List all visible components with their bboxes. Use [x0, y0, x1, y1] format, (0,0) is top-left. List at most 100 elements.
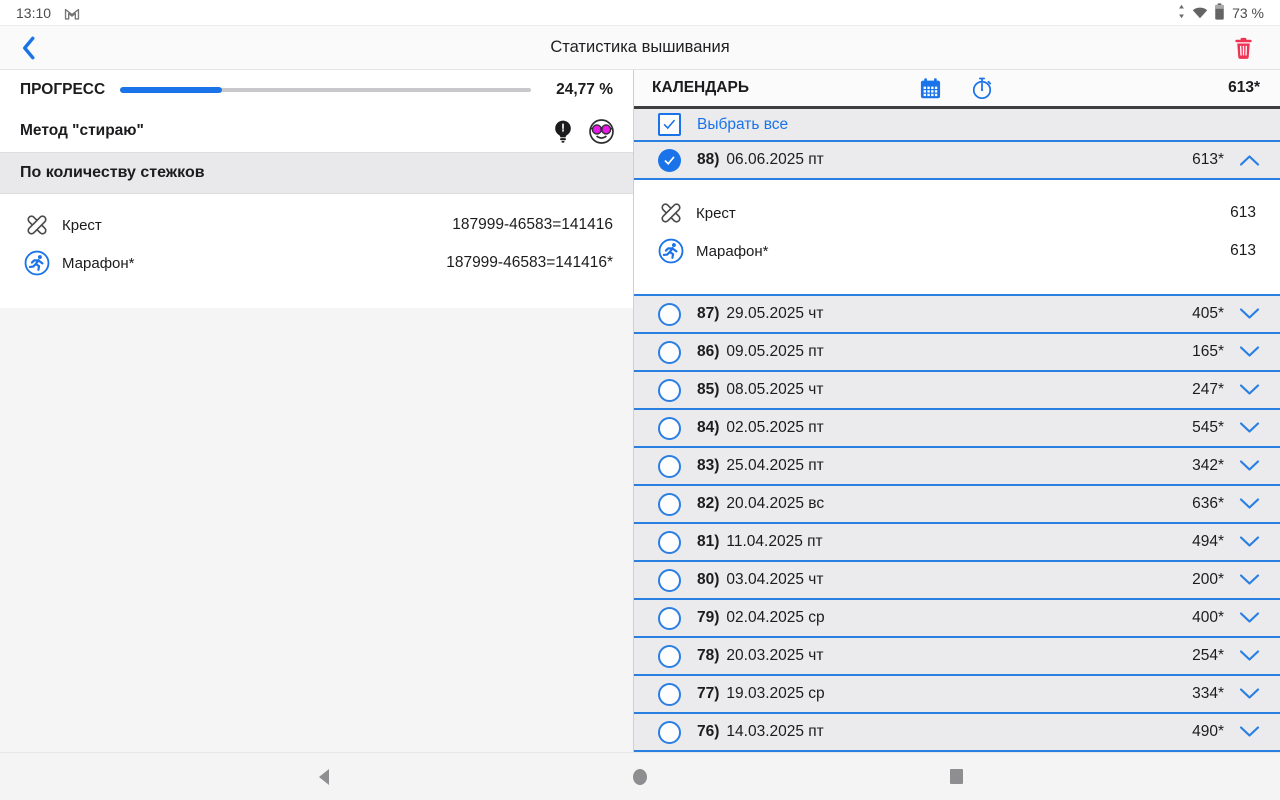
chevron-down-icon[interactable] — [1238, 382, 1262, 398]
content: ПРОГРЕСС 24,77 % Метод "стираю" — [0, 70, 1280, 752]
progress-bar-fill — [120, 87, 222, 93]
row-value: 334* — [1192, 685, 1224, 703]
progress-label: ПРОГРЕСС — [20, 81, 120, 99]
row-value: 490* — [1192, 723, 1224, 741]
sunglasses-face-icon[interactable] — [588, 118, 615, 145]
row-number: 79) — [697, 609, 719, 626]
row-number: 88) — [697, 151, 719, 168]
lightbulb-icon[interactable] — [550, 118, 576, 144]
stitch-stats-card: Крест 187999-46583=141416 Марафон* 18799… — [0, 194, 633, 308]
nav-home-icon[interactable] — [631, 768, 649, 786]
row-checkbox[interactable] — [658, 379, 681, 402]
stat-label: Крест — [696, 205, 736, 222]
calendar-icon[interactable] — [918, 76, 943, 101]
method-row: Метод "стираю" — [0, 110, 633, 152]
stat-row: Марафон* 613 — [634, 232, 1280, 270]
stopwatch-icon[interactable] — [969, 75, 995, 101]
chevron-down-icon[interactable] — [1238, 572, 1262, 588]
cross-stitch-icon — [24, 212, 50, 238]
chevron-down-icon[interactable] — [1238, 420, 1262, 436]
calendar-row[interactable]: 81)11.04.2025 пт 494* — [634, 524, 1280, 562]
calendar-total-value: 613* — [995, 79, 1261, 97]
calendar-header: КАЛЕНДАРЬ — [634, 70, 1280, 109]
progress-percent-value: 24,77 % — [531, 81, 613, 99]
chevron-down-icon[interactable] — [1238, 534, 1262, 550]
chevron-down-icon[interactable] — [1238, 648, 1262, 664]
back-button[interactable] — [12, 31, 46, 65]
row-date: 02.05.2025 пт — [726, 419, 823, 436]
row-number: 78) — [697, 647, 719, 664]
row-number: 77) — [697, 685, 719, 702]
row-number: 82) — [697, 495, 719, 512]
chevron-down-icon[interactable] — [1238, 306, 1262, 322]
calendar-row[interactable]: 79)02.04.2025 ср 400* — [634, 600, 1280, 638]
select-all-checkbox[interactable] — [658, 113, 681, 136]
row-date: 03.04.2025 чт — [726, 571, 823, 588]
runner-icon — [658, 238, 684, 264]
row-checkbox[interactable] — [658, 683, 681, 706]
calendar-list: 88)06.06.2025 пт 613* Крест 613 Марафон*… — [634, 142, 1280, 752]
calendar-row[interactable]: 84) 02.05.2025 пт 545* — [634, 410, 1280, 448]
row-checkbox[interactable] — [658, 645, 681, 668]
row-checkbox[interactable] — [658, 417, 681, 440]
stat-row: Крест 613 — [634, 194, 1280, 232]
calendar-row[interactable]: 86)09.05.2025 пт 165* — [634, 334, 1280, 372]
row-checkbox[interactable] — [658, 531, 681, 554]
row-value: 400* — [1192, 609, 1224, 627]
method-label: Метод "стираю" — [20, 122, 144, 140]
calendar-row[interactable]: 78) 20.03.2025 чт 254* — [634, 638, 1280, 676]
row-date: 29.05.2025 чт — [726, 305, 823, 322]
row-checkbox-checked[interactable] — [658, 149, 681, 172]
row-checkbox[interactable] — [658, 303, 681, 326]
delete-button[interactable] — [1228, 33, 1258, 63]
calendar-title: КАЛЕНДАРЬ — [652, 79, 918, 97]
calendar-row[interactable]: 88)06.06.2025 пт 613* — [634, 142, 1280, 180]
calendar-row[interactable]: 76)14.03.2025 пт 490* — [634, 714, 1280, 752]
calendar-row[interactable]: 77) 19.03.2025 ср 334* — [634, 676, 1280, 714]
calendar-row[interactable]: 82)20.04.2025 вс 636* — [634, 486, 1280, 524]
clock: 13:10 — [16, 5, 51, 21]
progress-card: ПРОГРЕСС 24,77 % Метод "стираю" — [0, 70, 633, 152]
row-number: 84) — [697, 419, 719, 436]
chevron-up-icon[interactable] — [1238, 152, 1262, 168]
chevron-down-icon[interactable] — [1238, 344, 1262, 360]
cross-stitch-icon — [658, 200, 684, 226]
battery-icon — [1214, 3, 1225, 23]
chevron-down-icon[interactable] — [1238, 496, 1262, 512]
chevron-down-icon[interactable] — [1238, 686, 1262, 702]
chevron-down-icon[interactable] — [1238, 724, 1262, 740]
battery-percent: 73 % — [1232, 5, 1264, 21]
calendar-row[interactable]: 87)29.05.2025 чт 405* — [634, 296, 1280, 334]
chevron-down-icon[interactable] — [1238, 458, 1262, 474]
row-checkbox[interactable] — [658, 493, 681, 516]
row-date: 09.05.2025 пт — [726, 343, 823, 360]
row-number: 87) — [697, 305, 719, 322]
nav-recents-icon[interactable] — [947, 768, 965, 786]
calendar-row[interactable]: 85)08.05.2025 чт 247* — [634, 372, 1280, 410]
row-date: 14.03.2025 пт — [726, 723, 823, 740]
calendar-row[interactable]: 80)03.04.2025 чт 200* — [634, 562, 1280, 600]
wifi-icon — [1191, 4, 1209, 22]
select-all-row[interactable]: Выбрать все — [634, 109, 1280, 142]
row-value: 342* — [1192, 457, 1224, 475]
nav-back-icon[interactable] — [315, 768, 333, 786]
row-checkbox[interactable] — [658, 341, 681, 364]
row-value: 545* — [1192, 419, 1224, 437]
row-checkbox[interactable] — [658, 569, 681, 592]
row-checkbox[interactable] — [658, 455, 681, 478]
calendar-row[interactable]: 83)25.04.2025 пт 342* — [634, 448, 1280, 486]
runner-icon — [24, 250, 50, 276]
data-transfer-icon — [1177, 4, 1186, 22]
row-date: 20.03.2025 чт — [726, 647, 823, 664]
row-date: 19.03.2025 ср — [726, 685, 824, 702]
row-date: 08.05.2025 чт — [726, 381, 823, 398]
row-checkbox[interactable] — [658, 721, 681, 744]
chevron-down-icon[interactable] — [1238, 610, 1262, 626]
android-nav-bar — [0, 752, 1280, 800]
stat-label: Марафон* — [696, 243, 769, 260]
row-date: 25.04.2025 пт — [726, 457, 823, 474]
row-value: 254* — [1192, 647, 1224, 665]
row-checkbox[interactable] — [658, 607, 681, 630]
row-value: 200* — [1192, 571, 1224, 589]
row-value: 636* — [1192, 495, 1224, 513]
